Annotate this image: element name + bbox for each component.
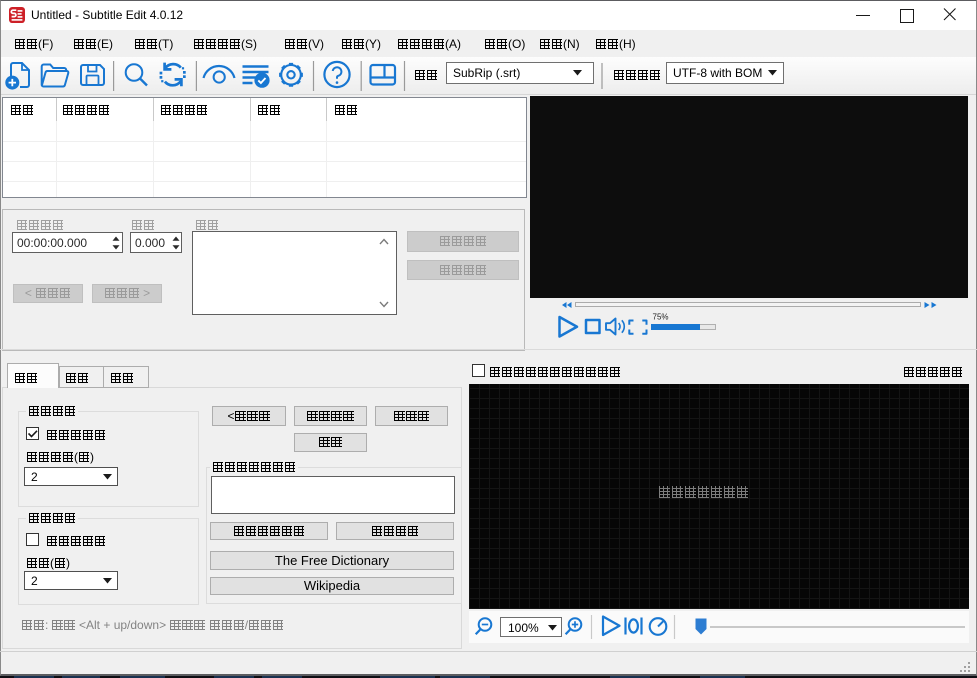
svg-text:75%: 75% <box>653 313 669 322</box>
